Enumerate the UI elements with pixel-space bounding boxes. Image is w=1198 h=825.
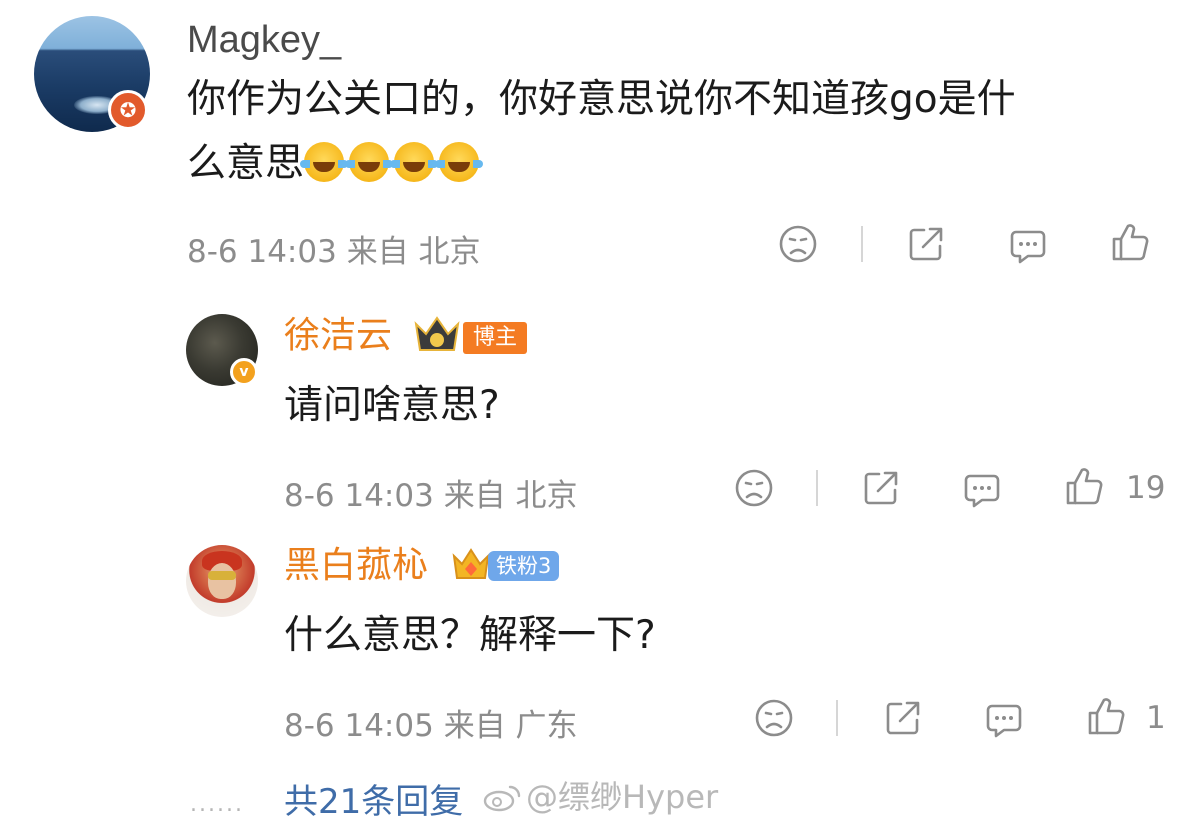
thumbs-up-icon[interactable] bbox=[1110, 222, 1150, 262]
watermark-text: @缥缈Hyper bbox=[526, 778, 719, 816]
red-star-badge-icon: ✪ bbox=[108, 90, 148, 130]
view-all-replies-link[interactable]: 共21条回复 bbox=[284, 774, 463, 823]
thumbs-up-icon[interactable] bbox=[1064, 466, 1104, 506]
username-magkey[interactable]: Magkey_ bbox=[187, 20, 341, 60]
avatar-heibaiguxin[interactable] bbox=[186, 545, 258, 617]
sad-face-icon[interactable] bbox=[754, 698, 794, 738]
username-xujieyun[interactable]: 徐洁云 bbox=[284, 316, 392, 356]
comment-icon[interactable] bbox=[962, 470, 1002, 510]
action-divider bbox=[836, 700, 838, 736]
share-icon[interactable] bbox=[883, 698, 923, 738]
comment-icon[interactable] bbox=[1008, 226, 1048, 266]
laugh-cry-emoji-icon bbox=[390, 142, 439, 182]
timestamp: 8-6 14:03 bbox=[284, 478, 434, 514]
sad-face-icon[interactable] bbox=[734, 468, 774, 508]
comment-icon[interactable] bbox=[984, 700, 1024, 740]
share-icon[interactable] bbox=[906, 224, 946, 264]
like-count: 19 bbox=[1126, 470, 1166, 506]
timestamp: 8-6 14:03 bbox=[187, 234, 337, 270]
action-divider bbox=[861, 226, 863, 262]
share-icon[interactable] bbox=[861, 468, 901, 508]
weibo-watermark: @缥缈Hyper bbox=[482, 772, 718, 818]
verified-v-badge-icon: v bbox=[230, 358, 258, 386]
comment-meta-1: 8-6 14:03 来自 北京 bbox=[187, 226, 481, 271]
like-count: 1 bbox=[1146, 700, 1166, 736]
laugh-cry-emoji-icon bbox=[435, 142, 484, 182]
weibo-logo-icon bbox=[482, 782, 522, 812]
action-divider bbox=[816, 470, 818, 506]
comment-text-1-line2: 么意思 bbox=[187, 141, 305, 186]
laugh-cry-emoji-icon bbox=[300, 142, 349, 182]
laugh-cry-emoji-icon bbox=[345, 142, 394, 182]
sad-face-icon[interactable] bbox=[778, 224, 818, 264]
comment-text-1-line1: 你作为公关口的，你好意思说你不知道孩go是什 bbox=[187, 77, 1016, 122]
comment-meta-2: 8-6 14:03 来自 北京 bbox=[284, 470, 578, 515]
comment-text-3: 什么意思？解释一下? bbox=[284, 613, 656, 658]
dots-separator: ...... bbox=[190, 792, 244, 817]
location: 来自 北京 bbox=[443, 478, 578, 514]
location: 来自 广东 bbox=[443, 708, 578, 744]
gem-crown-icon bbox=[450, 544, 492, 590]
blogger-tag: 博主 bbox=[463, 322, 528, 354]
comment-text-1: 你作为公关口的，你好意思说你不知道孩go是什 么意思 bbox=[187, 68, 1016, 196]
username-heibaiguxin[interactable]: 黑白菰杺 bbox=[284, 546, 428, 586]
comment-meta-3: 8-6 14:05 来自 广东 bbox=[284, 700, 578, 745]
thumbs-up-icon[interactable] bbox=[1086, 696, 1126, 736]
iron-fan-tag: 铁粉3 bbox=[488, 551, 560, 581]
timestamp: 8-6 14:05 bbox=[284, 708, 434, 744]
comment-text-2: 请问啥意思? bbox=[284, 383, 500, 428]
crown-icon bbox=[412, 314, 462, 360]
location: 来自 北京 bbox=[346, 234, 481, 270]
